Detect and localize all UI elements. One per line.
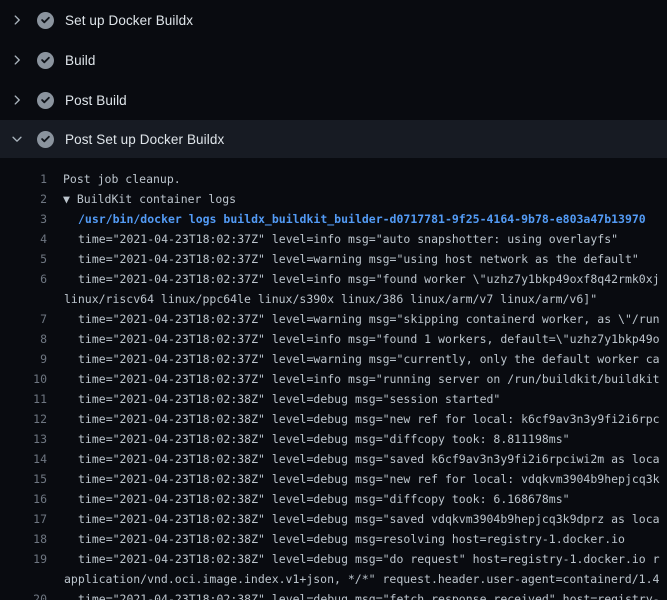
log-text: time="2021-04-23T18:02:37Z" level=info m… <box>47 369 660 389</box>
line-number[interactable] <box>0 289 47 309</box>
line-number[interactable] <box>0 569 47 589</box>
line-number[interactable]: 10 <box>0 369 47 389</box>
chevron-right-icon <box>10 93 24 107</box>
step-name: Set up Docker Buildx <box>65 13 193 28</box>
log-text: ▼ BuildKit container logs <box>47 189 236 209</box>
log-text: time="2021-04-23T18:02:37Z" level=warnin… <box>47 249 639 269</box>
log-line: 5 time="2021-04-23T18:02:37Z" level=warn… <box>0 249 667 269</box>
log-text: time="2021-04-23T18:02:37Z" level=info m… <box>47 329 660 349</box>
log-text: time="2021-04-23T18:02:38Z" level=debug … <box>47 549 660 569</box>
log-line: 10 time="2021-04-23T18:02:37Z" level=inf… <box>0 369 667 389</box>
log-text: linux/riscv64 linux/ppc64le linux/s390x … <box>47 289 597 309</box>
check-circle-icon <box>37 131 54 148</box>
line-number[interactable]: 3 <box>0 209 47 229</box>
step-header[interactable]: Build <box>0 40 667 80</box>
line-number[interactable]: 5 <box>0 249 47 269</box>
line-number[interactable]: 20 <box>0 589 47 600</box>
log-line: 3 /usr/bin/docker logs buildx_buildkit_b… <box>0 209 667 229</box>
line-number[interactable]: 13 <box>0 429 47 449</box>
log-line: 15 time="2021-04-23T18:02:38Z" level=deb… <box>0 469 667 489</box>
log-text: time="2021-04-23T18:02:38Z" level=debug … <box>47 409 660 429</box>
log-line: 9 time="2021-04-23T18:02:37Z" level=warn… <box>0 349 667 369</box>
log-text: time="2021-04-23T18:02:37Z" level=warnin… <box>47 309 660 329</box>
line-number[interactable]: 6 <box>0 269 47 289</box>
log-text: time="2021-04-23T18:02:38Z" level=debug … <box>47 509 660 529</box>
line-number[interactable]: 1 <box>0 169 47 189</box>
line-number[interactable]: 17 <box>0 509 47 529</box>
line-number[interactable]: 15 <box>0 469 47 489</box>
log-text: time="2021-04-23T18:02:38Z" level=debug … <box>47 589 660 600</box>
line-number[interactable]: 18 <box>0 529 47 549</box>
log-line: linux/riscv64 linux/ppc64le linux/s390x … <box>0 289 667 309</box>
log-line: 13 time="2021-04-23T18:02:38Z" level=deb… <box>0 429 667 449</box>
check-circle-icon <box>37 92 54 109</box>
log-line: 14 time="2021-04-23T18:02:38Z" level=deb… <box>0 449 667 469</box>
log-text: time="2021-04-23T18:02:38Z" level=debug … <box>47 449 660 469</box>
log-text: /usr/bin/docker logs buildx_buildkit_bui… <box>47 209 646 229</box>
log-line: 16 time="2021-04-23T18:02:38Z" level=deb… <box>0 489 667 509</box>
log-text: time="2021-04-23T18:02:38Z" level=debug … <box>47 489 570 509</box>
log-viewer[interactable]: 1 Post job cleanup. 2 ▼ BuildKit contain… <box>0 158 667 600</box>
line-number[interactable]: 2 <box>0 189 47 209</box>
log-line: 11 time="2021-04-23T18:02:38Z" level=deb… <box>0 389 667 409</box>
log-line: application/vnd.oci.image.index.v1+json,… <box>0 569 667 589</box>
step-name: Build <box>65 53 96 68</box>
line-number[interactable]: 8 <box>0 329 47 349</box>
step-header[interactable]: Post Set up Docker Buildx <box>0 120 667 158</box>
log-text: application/vnd.oci.image.index.v1+json,… <box>47 569 659 589</box>
log-line: 20 time="2021-04-23T18:02:38Z" level=deb… <box>0 589 667 600</box>
step-name: Post Set up Docker Buildx <box>65 132 224 147</box>
chevron-right-icon <box>10 13 24 27</box>
log-line: 1 Post job cleanup. <box>0 169 667 189</box>
log-line[interactable]: 2 ▼ BuildKit container logs <box>0 189 667 209</box>
line-number[interactable]: 4 <box>0 229 47 249</box>
steps-list: Set up Docker Buildx Build <box>0 0 667 158</box>
log-line: 6 time="2021-04-23T18:02:37Z" level=info… <box>0 269 667 289</box>
log-text: time="2021-04-23T18:02:37Z" level=info m… <box>47 269 660 289</box>
line-number[interactable]: 11 <box>0 389 47 409</box>
line-number[interactable]: 14 <box>0 449 47 469</box>
step-name: Post Build <box>65 93 127 108</box>
log-line: 17 time="2021-04-23T18:02:38Z" level=deb… <box>0 509 667 529</box>
line-number[interactable]: 19 <box>0 549 47 569</box>
log-line: 18 time="2021-04-23T18:02:38Z" level=deb… <box>0 529 667 549</box>
step-header[interactable]: Set up Docker Buildx <box>0 0 667 40</box>
chevron-down-icon <box>10 132 24 146</box>
chevron-right-icon <box>10 53 24 67</box>
log-line: 8 time="2021-04-23T18:02:37Z" level=info… <box>0 329 667 349</box>
step-header[interactable]: Post Build <box>0 80 667 120</box>
log-text: time="2021-04-23T18:02:38Z" level=debug … <box>47 429 570 449</box>
log-text: time="2021-04-23T18:02:38Z" level=debug … <box>47 529 625 549</box>
check-circle-icon <box>37 52 54 69</box>
log-line: 19 time="2021-04-23T18:02:38Z" level=deb… <box>0 549 667 569</box>
line-number[interactable]: 12 <box>0 409 47 429</box>
log-line: 4 time="2021-04-23T18:02:37Z" level=info… <box>0 229 667 249</box>
line-number[interactable]: 9 <box>0 349 47 369</box>
log-text: time="2021-04-23T18:02:38Z" level=debug … <box>47 389 500 409</box>
line-number[interactable]: 7 <box>0 309 47 329</box>
log-text: time="2021-04-23T18:02:37Z" level=info m… <box>47 229 618 249</box>
log-text: Post job cleanup. <box>47 169 181 189</box>
log-text: time="2021-04-23T18:02:38Z" level=debug … <box>47 469 660 489</box>
log-line: 12 time="2021-04-23T18:02:38Z" level=deb… <box>0 409 667 429</box>
line-number[interactable]: 16 <box>0 489 47 509</box>
log-text: time="2021-04-23T18:02:37Z" level=warnin… <box>47 349 660 369</box>
log-line: 7 time="2021-04-23T18:02:37Z" level=warn… <box>0 309 667 329</box>
check-circle-icon <box>37 12 54 29</box>
